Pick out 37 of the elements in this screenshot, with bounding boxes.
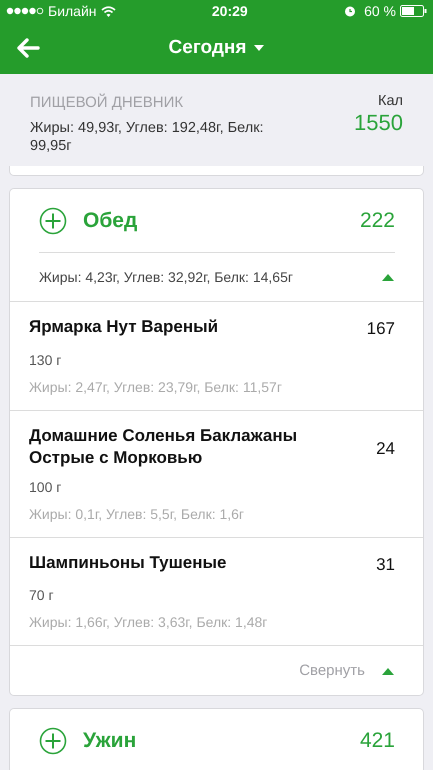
food-macros: Жиры: 0,1г, Углев: 5,5г, Белк: 1,6г: [29, 504, 246, 524]
signal-icon: [6, 7, 44, 15]
food-name[interactable]: Домашние Соленья Баклажаны Острые с Морковью: [29, 424, 376, 469]
food-amount: 70 г: [29, 586, 55, 606]
expand-toggle-icon[interactable]: [381, 272, 395, 282]
add-icon: [39, 206, 67, 235]
food-macros: Жиры: 1,66г, Углев: 3,63г, Белк: 1,48г: [29, 613, 268, 632]
meal-calories: 421: [360, 728, 395, 754]
summary-macros: Жиры: 49,93г, Углев: 192,48г, Белк: 99,95г: [30, 118, 265, 156]
meal-macros: Жиры: 4,23г, Углев: 32,92г, Белк: 14,65г: [39, 268, 294, 287]
caret-icon: [254, 44, 264, 52]
collapse-icon: [381, 666, 395, 676]
calories-total: 1550: [354, 110, 403, 136]
back-arrow-icon: [16, 38, 40, 58]
food-amount: 100 г: [29, 478, 62, 497]
battery-icon: [400, 5, 427, 17]
add-icon: [39, 726, 67, 755]
meal-name: Ужин: [83, 728, 138, 754]
status-time: 20:29: [212, 2, 248, 18]
food-name[interactable]: Ярмарка Нут Вареный: [29, 316, 367, 338]
calories-label: Кал: [377, 92, 403, 111]
add-button[interactable]: [39, 726, 67, 755]
summary-heading: ПИЩЕВОЙ ДНЕВНИК: [30, 92, 184, 113]
add-button[interactable]: [39, 206, 67, 235]
alarm-icon: [344, 5, 356, 17]
food-calories: 24: [376, 438, 395, 460]
food-calories: 31: [376, 554, 395, 576]
food-macros: Жиры: 2,47г, Углев: 23,79г, Белк: 11,57г: [29, 378, 283, 397]
meal-calories: 222: [360, 208, 395, 234]
date-dropdown[interactable]: Сегодня: [168, 34, 264, 62]
food-amount: 130 г: [29, 350, 62, 370]
carrier-name: Билайн: [48, 2, 97, 20]
meal-name: Обед: [83, 208, 138, 234]
food-calories: 167: [366, 318, 395, 340]
food-name[interactable]: Шампиньоны Тушеные: [29, 552, 376, 574]
battery-percent: 60 %: [364, 2, 396, 20]
wifi-icon: [100, 6, 116, 16]
